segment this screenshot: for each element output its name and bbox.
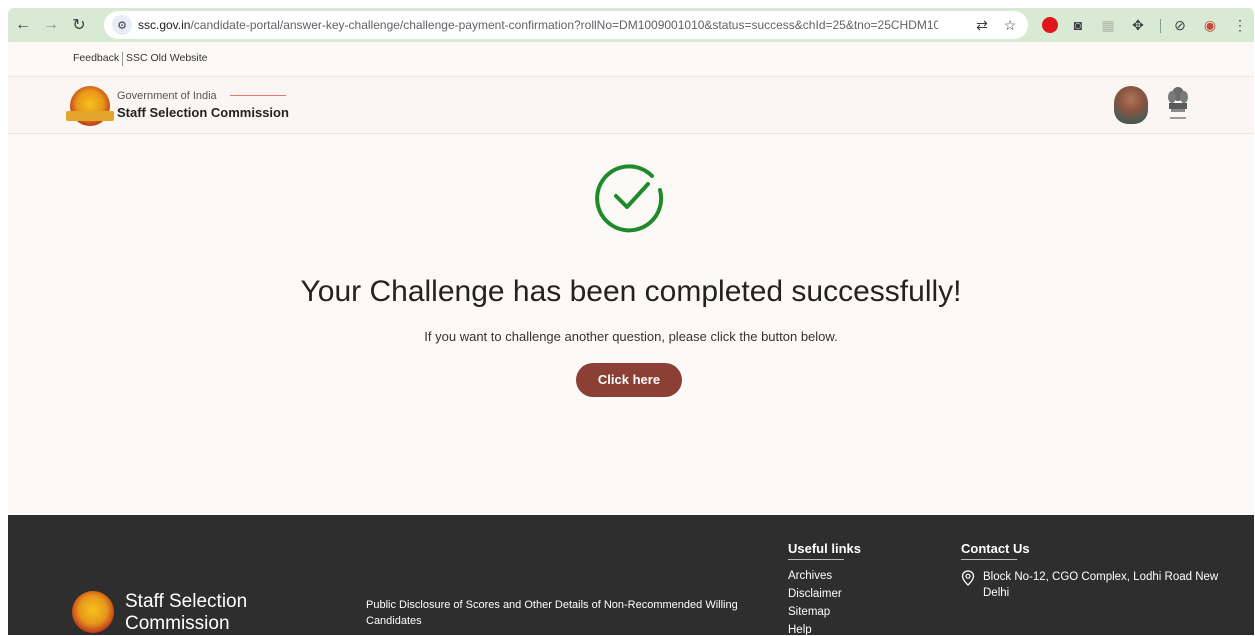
site-info-icon[interactable]: ⚙ <box>112 15 132 35</box>
footer-org-title: Staff Selection Commission <box>125 591 248 634</box>
camera-extension-icon[interactable]: ◙ <box>1068 15 1088 35</box>
site-footer: Staff Selection Commission Public Disclo… <box>8 515 1254 636</box>
footer-link-archives[interactable]: Archives <box>788 570 832 582</box>
footer-link-sitemap[interactable]: Sitemap <box>788 606 830 618</box>
page-content: Feedback SSC Old Website Government of I… <box>8 42 1254 636</box>
contact-address: Block No-12, CGO Complex, Lodhi Road New… <box>983 571 1219 599</box>
grid-extension-icon[interactable]: ▦ <box>1098 15 1118 35</box>
instruction-text: If you want to challenge another questio… <box>424 329 838 344</box>
gov-label-line <box>230 95 286 96</box>
opera-extension-icon[interactable] <box>1042 17 1058 33</box>
toolbar-divider <box>1160 19 1161 33</box>
reload-icon[interactable]: ↻ <box>68 14 90 36</box>
contact-underline <box>961 559 1017 560</box>
old-website-link[interactable]: SSC Old Website <box>126 52 208 64</box>
org-title[interactable]: Staff Selection Commission <box>117 105 289 120</box>
gov-label: Government of India <box>117 90 217 102</box>
contact-heading: Contact Us <box>961 541 1030 556</box>
bookmark-star-icon[interactable]: ☆ <box>1000 15 1020 35</box>
national-emblem-icon <box>1168 87 1188 119</box>
profile-avatar-icon[interactable]: ◉ <box>1200 15 1220 35</box>
footer-link-help[interactable]: Help <box>788 624 812 636</box>
browser-menu-icon[interactable]: ⋮ <box>1230 15 1250 35</box>
site-header: Government of India Staff Selection Comm… <box>8 76 1254 134</box>
feedback-link[interactable]: Feedback <box>73 52 119 64</box>
url-text[interactable]: ssc.gov.in/candidate-portal/answer-key-c… <box>138 18 938 32</box>
footer-link-disclaimer[interactable]: Disclaimer <box>788 588 842 600</box>
top-link-bar: Feedback SSC Old Website <box>8 42 1254 76</box>
ssc-logo-ribbon <box>66 111 114 121</box>
useful-links-underline <box>788 559 844 560</box>
user-avatar[interactable] <box>1114 86 1148 124</box>
back-arrow-icon[interactable]: ← <box>12 14 34 36</box>
disclosure-link[interactable]: Public Disclosure of Scores and Other De… <box>366 597 766 629</box>
extensions-puzzle-icon[interactable]: ✥ <box>1128 15 1148 35</box>
sync-icon[interactable]: ⊘ <box>1170 15 1190 35</box>
address-bar[interactable]: ⚙ ssc.gov.in/candidate-portal/answer-key… <box>104 11 1028 39</box>
translate-icon[interactable]: ⇄ <box>972 15 992 35</box>
footer-ssc-logo-icon <box>72 591 114 633</box>
useful-links-heading: Useful links <box>788 541 861 556</box>
location-pin-icon <box>961 570 975 586</box>
success-headline: Your Challenge has been completed succes… <box>300 275 962 308</box>
click-here-button[interactable]: Click here <box>576 363 682 397</box>
link-divider <box>122 52 123 66</box>
forward-arrow-icon[interactable]: → <box>40 14 62 36</box>
success-check-icon <box>595 164 664 233</box>
browser-toolbar: ← → ↻ ⚙ ssc.gov.in/candidate-portal/answ… <box>8 8 1254 42</box>
